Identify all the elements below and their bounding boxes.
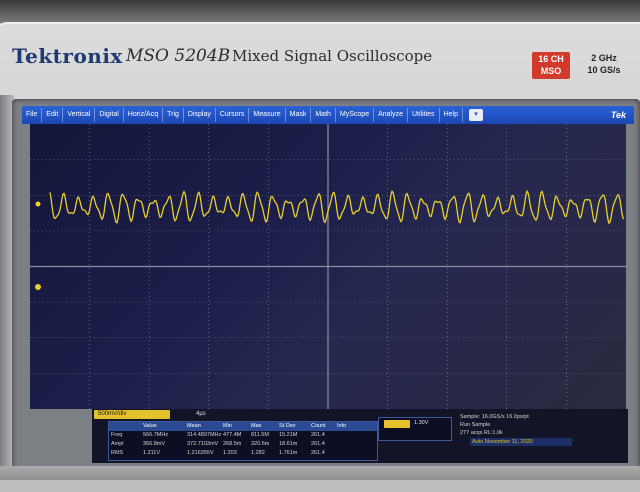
menu-vertical[interactable]: Vertical: [63, 108, 96, 122]
meas-name: Freq: [111, 432, 123, 438]
table-row[interactable]: Ampl 366.8mV 372.7103mV 268.5m 320.6m 18…: [109, 440, 377, 449]
header-min: Min: [223, 423, 232, 429]
header-blank: [109, 422, 141, 431]
menu-horiz-acq[interactable]: Horiz/Acq: [124, 108, 164, 122]
meas-max: 811.5M: [251, 432, 269, 438]
menu-mask[interactable]: Mask: [286, 108, 312, 122]
menu-cursors[interactable]: Cursors: [216, 108, 250, 122]
meas-name: RMS: [111, 450, 124, 456]
dropdown-arrow-icon[interactable]: ▾: [468, 109, 483, 121]
measurement-table: Value Mean Min Max St Dev Count Info Fre…: [108, 421, 378, 461]
meas-max: 320.6m: [251, 441, 270, 447]
menu-myscope[interactable]: MyScope: [336, 108, 375, 122]
menu-math[interactable]: Math: [311, 108, 336, 122]
meas-stdev: 18.61m: [279, 441, 298, 447]
badge-line-2: MSO: [540, 66, 562, 76]
model-number: MSO 5204B: [126, 46, 231, 66]
meas-max: 1.282: [251, 450, 265, 456]
meas-min: 477.4M: [223, 432, 242, 438]
header-mean: Mean: [187, 423, 201, 429]
waveform-display[interactable]: [30, 124, 626, 409]
menu-utilities[interactable]: Utilities: [408, 108, 440, 122]
tek-logo: Tek: [610, 110, 626, 120]
menu-display[interactable]: Display: [184, 108, 216, 122]
meas-min: 268.5m: [223, 441, 242, 447]
header-value: Value: [143, 423, 157, 429]
menu-bar: File Edit Vertical Digital Horiz/Acq Tri…: [22, 106, 634, 124]
trigger-level: 1.30V: [414, 420, 429, 426]
graticule-grid: [30, 124, 626, 409]
acq-line-3: 277 acqs RL:1.0k: [460, 430, 503, 436]
table-row[interactable]: Freq 566.7MHz 314.4897MHz 477.4M 811.5M …: [109, 431, 377, 440]
menu-help[interactable]: Help: [440, 108, 463, 122]
measurement-header: Value Mean Min Max St Dev Count Info: [109, 422, 377, 431]
timebase-readout[interactable]: 4µs: [196, 411, 206, 417]
bezel-bottom: [0, 466, 640, 480]
badge-line-1: 16 CH: [538, 54, 564, 64]
meas-count: 261.4: [311, 441, 325, 447]
header-stdev: St Dev: [279, 423, 296, 429]
meas-mean: 372.7103mV: [187, 441, 219, 447]
menu-analyze[interactable]: Analyze: [374, 108, 408, 122]
meas-name: Ampl: [111, 441, 124, 447]
mso-badge: 16 CH MSO: [532, 52, 570, 79]
meas-stdev: 15.21M: [279, 432, 298, 438]
meas-count: 261.4: [311, 450, 325, 456]
header-max: Max: [251, 423, 262, 429]
spec-label: 2 GHz 10 GS/s: [576, 52, 632, 76]
meas-count: 261.4: [311, 432, 325, 438]
meas-value: 1.211V: [143, 450, 161, 456]
header-info: Info: [337, 423, 347, 429]
meas-mean: 314.4897MHz: [187, 432, 221, 438]
header-count: Count: [311, 423, 326, 429]
date-readout: Auto November 11, 2020: [470, 438, 572, 446]
meas-mean: 1.216355V: [187, 450, 214, 456]
channel-1-scale[interactable]: 500mV/div: [94, 410, 170, 419]
ground-marker-icon: [35, 284, 41, 290]
spec-line-2: 10 GS/s: [587, 65, 621, 75]
spec-line-1: 2 GHz: [591, 53, 617, 63]
channel-1-marker-icon: [35, 201, 41, 207]
brand-logo: Tektronix: [12, 44, 123, 68]
model-description: Mixed Signal Oscilloscope: [232, 47, 433, 65]
menu-trig[interactable]: Trig: [163, 108, 184, 122]
acq-line-1: Sample: 16.0GS/s 16.0ps/pt: [460, 414, 529, 420]
menu-measure[interactable]: Measure: [249, 108, 286, 122]
meas-value: 366.8mV: [143, 441, 166, 447]
menu-file[interactable]: File: [22, 108, 43, 122]
channel-1-trace: [49, 189, 625, 225]
meas-value: 566.7MHz: [143, 432, 169, 438]
menu-edit[interactable]: Edit: [42, 108, 64, 122]
acq-line-2: Run Sample: [460, 422, 491, 428]
meas-stdev: 1.761m: [279, 450, 298, 456]
menu-digital[interactable]: Digital: [95, 108, 124, 122]
trigger-channel-chip: [384, 420, 410, 428]
table-row[interactable]: RMS 1.211V 1.216355V 1.203 1.282 1.761m …: [109, 449, 377, 458]
meas-min: 1.203: [223, 450, 237, 456]
graticule-svg: [30, 124, 626, 409]
